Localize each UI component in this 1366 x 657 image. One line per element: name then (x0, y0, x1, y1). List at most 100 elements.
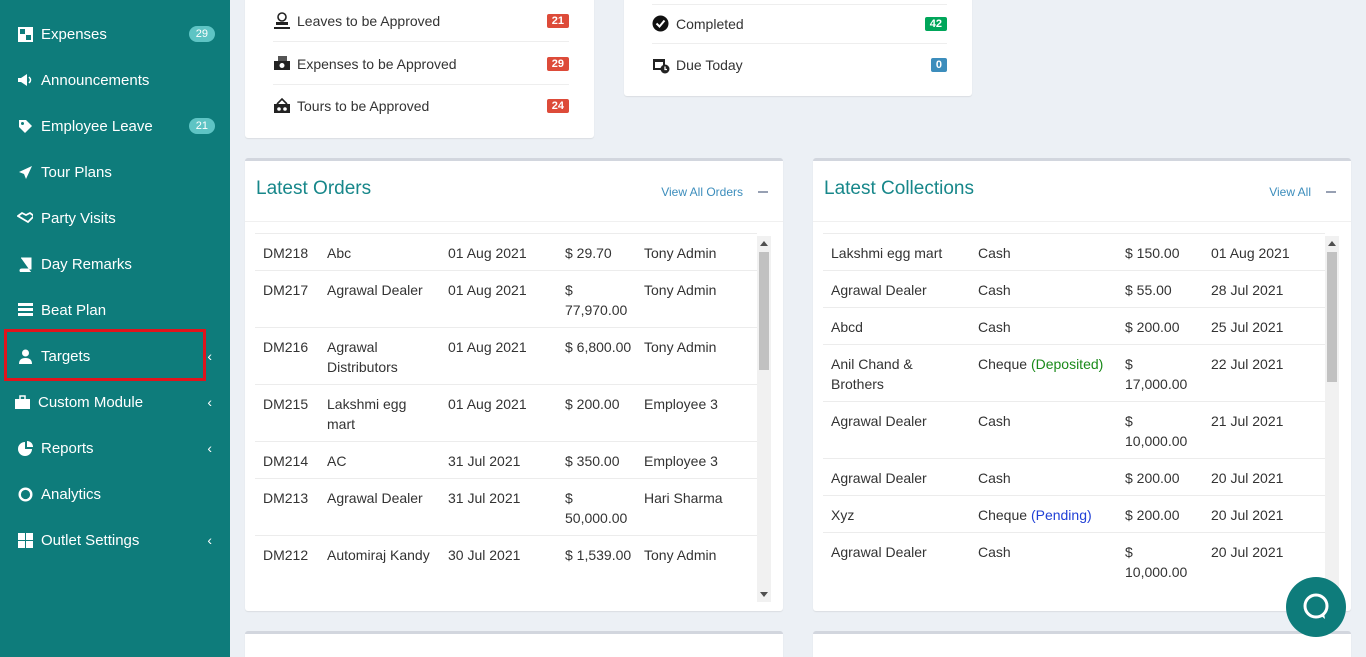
collection-date: 28 Jul 2021 (1211, 282, 1284, 298)
collection-amount: $ 200.00 (1125, 319, 1180, 335)
task-label: Completed (676, 16, 744, 32)
order-by: Hari Sharma (644, 490, 723, 506)
approval-label: Tours to be Approved (297, 98, 430, 114)
collection-amount: $ 10,000.00 (1125, 544, 1188, 580)
order-amount: $ 50,000.00 (565, 490, 628, 526)
table-row[interactable]: Agrawal Dealer Cash $ 200.00 20 Jul 2021 (823, 458, 1325, 495)
user-icon (17, 348, 33, 364)
tour-icon (273, 97, 291, 115)
panel-title: Latest Orders (256, 178, 372, 199)
sidebar-item-analytics[interactable]: Analytics (0, 471, 230, 517)
scrollbar[interactable] (757, 236, 771, 602)
table-row[interactable]: DM215 Lakshmi egg mart 01 Aug 2021 $ 200… (255, 384, 757, 441)
approval-row-expenses[interactable]: Expenses to be Approved 29 (273, 43, 569, 85)
collection-mode: Cheque (Pending) (978, 507, 1092, 523)
table-row[interactable]: Agrawal Dealer Cash $ 10,000.00 21 Jul 2… (823, 401, 1325, 458)
order-party: Agrawal Dealer (327, 490, 423, 506)
table-row[interactable]: Anil Chand & Brothers Cheque (Deposited)… (823, 344, 1325, 401)
briefcase-icon (14, 394, 30, 410)
collection-mode: Cash (978, 319, 1011, 335)
order-amount: $ 6,800.00 (565, 339, 632, 355)
view-all-orders-link[interactable]: View All Orders (661, 185, 743, 199)
chat-button[interactable] (1286, 577, 1346, 637)
task-row-completed[interactable]: Completed 42 (652, 4, 947, 44)
order-party: Agrawal Distributors (327, 339, 398, 375)
collapse-button[interactable] (758, 191, 768, 193)
table-row[interactable]: DM213 Agrawal Dealer 31 Jul 2021 $ 50,00… (255, 478, 757, 535)
order-party: Abc (327, 245, 352, 261)
table-row[interactable]: Xyz Cheque (Pending) $ 200.00 20 Jul 202… (823, 495, 1325, 532)
bullhorn-icon (17, 72, 33, 88)
sidebar-item-day-remarks[interactable]: Day Remarks (0, 241, 230, 287)
sidebar-item-outlet-settings[interactable]: Outlet Settings ‹ (0, 517, 230, 563)
collection-amount: $ 200.00 (1125, 470, 1180, 486)
divider (245, 221, 783, 222)
collection-mode: Cash (978, 470, 1011, 486)
task-row-due-today[interactable]: Due Today 0 (652, 45, 947, 85)
sidebar-item-label: Custom Module (38, 393, 144, 411)
collection-amount: $ 200.00 (1125, 507, 1180, 523)
table-row[interactable]: DM218 Abc 01 Aug 2021 $ 29.70 Tony Admin (255, 233, 757, 270)
chat-bubble-icon (1303, 593, 1329, 619)
count-badge: 0 (930, 58, 947, 72)
chevron-left-icon: ‹ (207, 394, 212, 410)
handshake-icon (17, 210, 33, 226)
collection-mode: Cheque (Deposited) (978, 356, 1104, 372)
collection-party: Abcd (831, 319, 863, 335)
sidebar-item-label: Expenses (41, 25, 107, 43)
table-row[interactable]: Lakshmi egg mart Cash $ 150.00 01 Aug 20… (823, 233, 1325, 270)
table-row[interactable]: DM212 Automiraj Kandy 30 Jul 2021 $ 1,53… (255, 535, 757, 592)
order-amount: $ 200.00 (565, 396, 620, 412)
table-row[interactable]: DM217 Agrawal Dealer 01 Aug 2021 $ 77,97… (255, 270, 757, 327)
table-row[interactable]: DM214 AC 31 Jul 2021 $ 350.00 Employee 3 (255, 441, 757, 478)
approval-row-leaves[interactable]: Leaves to be Approved 21 (273, 0, 569, 42)
collection-amount: $ 10,000.00 (1125, 413, 1188, 449)
table-row[interactable]: Agrawal Dealer Cash $ 10,000.00 20 Jul 2… (823, 532, 1325, 589)
scroll-thumb[interactable] (759, 252, 769, 370)
view-all-collections-link[interactable]: View All (1269, 185, 1311, 199)
approval-row-tours[interactable]: Tours to be Approved 24 (273, 85, 569, 127)
approval-label: Expenses to be Approved (297, 55, 457, 72)
orders-table: DM218 Abc 01 Aug 2021 $ 29.70 Tony Admin… (255, 233, 757, 597)
approval-label: Leaves to be Approved (297, 12, 441, 29)
table-row[interactable]: Agrawal Dealer Cash $ 55.00 28 Jul 2021 (823, 270, 1325, 307)
sidebar-item-custom-module[interactable]: Custom Module ‹ (0, 379, 230, 425)
collection-date: 22 Jul 2021 (1211, 356, 1284, 372)
status-deposited: (Deposited) (1030, 356, 1104, 372)
order-by: Employee 3 (644, 396, 718, 412)
order-id: DM215 (263, 396, 309, 412)
sidebar-item-tour-plans[interactable]: Tour Plans (0, 149, 230, 195)
count-badge: 29 (188, 26, 215, 42)
sidebar-item-announcements[interactable]: Announcements (0, 57, 230, 103)
divider (813, 221, 1351, 222)
sidebar-item-employee-leave[interactable]: Employee Leave 21 (0, 103, 230, 149)
tasks-panel: Completed 42 Due Today 0 (624, 0, 972, 96)
scroll-thumb[interactable] (1327, 252, 1337, 382)
order-by: Employee 3 (644, 453, 718, 469)
order-amount: $ 77,970.00 (565, 282, 628, 318)
latest-orders-panel: Latest Orders View All Orders DM218 Abc … (245, 158, 783, 611)
order-id: DM214 (263, 453, 309, 469)
table-row[interactable]: Abcd Cash $ 200.00 25 Jul 2021 (823, 307, 1325, 344)
collection-party: Anil Chand & Brothers (831, 356, 913, 392)
sidebar-item-expenses[interactable]: Expenses 29 (0, 11, 230, 57)
order-date: 01 Aug 2021 (448, 282, 527, 298)
order-id: DM216 (263, 339, 309, 355)
expenses-icon (17, 26, 33, 42)
collection-mode: Cash (978, 413, 1011, 429)
order-date: 01 Aug 2021 (448, 245, 527, 261)
order-amount: $ 1,539.00 (565, 547, 632, 563)
sidebar-item-targets[interactable]: Targets ‹ (0, 333, 230, 379)
order-amount: $ 29.70 (565, 245, 612, 261)
sidebar: Expenses 29 Announcements Employee Leave… (0, 0, 230, 657)
scrollbar[interactable] (1325, 236, 1339, 606)
collection-amount: $ 17,000.00 (1125, 356, 1188, 392)
newly-added-parties-panel (245, 631, 783, 657)
sidebar-item-party-visits[interactable]: Party Visits (0, 195, 230, 241)
collapse-button[interactable] (1326, 191, 1336, 193)
collection-party: Lakshmi egg mart (831, 245, 943, 261)
table-row[interactable]: DM216 Agrawal Distributors 01 Aug 2021 $… (255, 327, 757, 384)
sidebar-item-label: Reports (41, 439, 94, 457)
sidebar-item-reports[interactable]: Reports ‹ (0, 425, 230, 471)
sidebar-item-beat-plan[interactable]: Beat Plan (0, 287, 230, 333)
